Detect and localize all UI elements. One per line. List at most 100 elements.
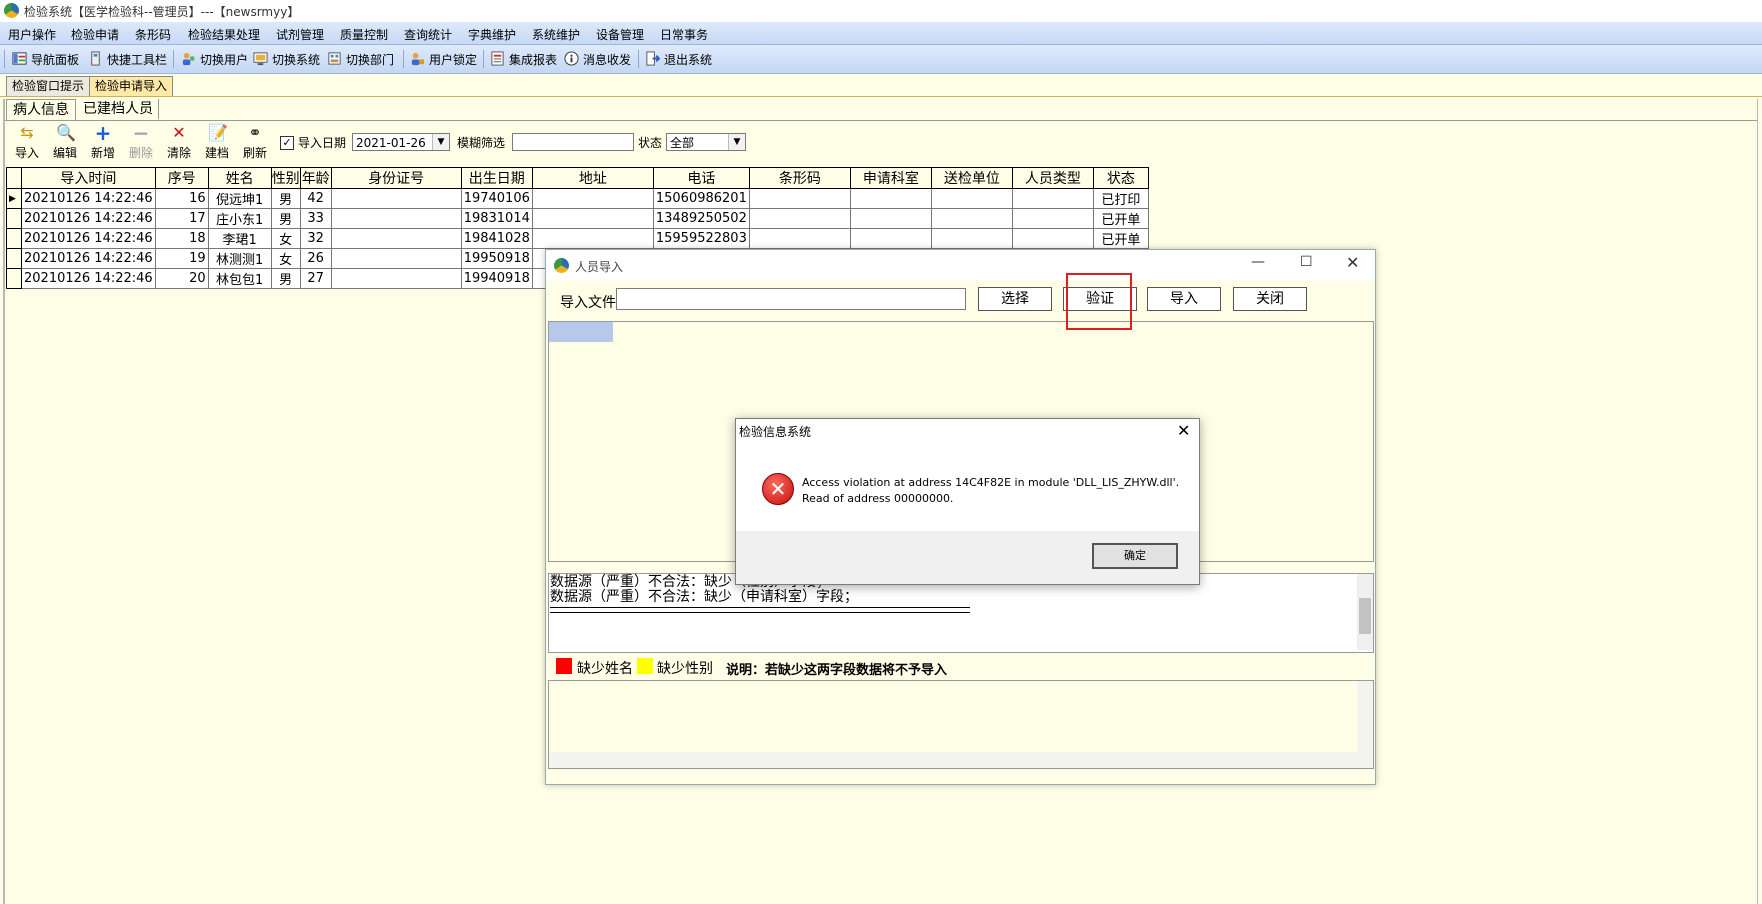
col-id-number[interactable]: 身份证号 (330, 167, 462, 189)
cell-import-time: 20210126 14:22:46 (21, 268, 156, 289)
missing-gender-swatch (637, 658, 653, 674)
cell-status: 已打印 (1092, 188, 1149, 209)
table-header: 导入时间 序号 姓名 性别 年龄 身份证号 出生日期 地址 电话 条形码 申请科… (6, 167, 1149, 189)
chevron-down-icon: ▼ (728, 134, 745, 150)
window-tabs: 检验窗口提示 检验申请导入 (0, 76, 1762, 97)
toolbar-separator (483, 50, 484, 68)
user-lock-button[interactable]: 用户锁定 (410, 51, 477, 67)
window-title: 检验系统【医学检验科--管理员】---【newsrmyy】 (24, 5, 300, 19)
message-title-bar: 检验信息系统 ✕ (736, 419, 1199, 441)
menu-daily[interactable]: 日常事务 (660, 26, 708, 43)
quick-toolbar-button[interactable]: 快捷工具栏 (88, 51, 167, 67)
menu-system[interactable]: 系统维护 (532, 26, 580, 43)
import-button[interactable]: 导入 (1147, 287, 1221, 311)
menu-lab-request[interactable]: 检验申请 (71, 26, 119, 43)
close-icon[interactable]: ✕ (1346, 253, 1359, 272)
validation-log[interactable]: 数据源（严重）不合法：缺少（性别）字段； 数据源（严重）不合法：缺少（申请科室）… (548, 573, 1374, 653)
close-button[interactable]: 关闭 (1233, 287, 1307, 311)
error-icon: ✕ (762, 473, 794, 505)
col-phone[interactable]: 电话 (652, 167, 750, 189)
edit-label: 编辑 (52, 146, 77, 160)
info-icon (564, 51, 579, 66)
menu-result-processing[interactable]: 检验结果处理 (188, 26, 260, 43)
cell-barcode (748, 228, 851, 249)
horizontal-scrollbar[interactable] (549, 752, 1357, 768)
delete-button[interactable]: − 删除 (124, 123, 158, 161)
maximize-icon[interactable]: ☐ (1300, 254, 1313, 270)
menu-barcode[interactable]: 条形码 (135, 26, 171, 43)
col-request-dept[interactable]: 申请科室 (849, 167, 932, 189)
vertical-scrollbar[interactable] (1357, 681, 1373, 768)
table-row[interactable]: ▶ 20210126 14:22:46 16 倪远坤1 男 42 1974010… (6, 188, 1149, 209)
col-status[interactable]: 状态 (1092, 167, 1149, 189)
nav-panel-button[interactable]: 导航面板 (12, 51, 79, 67)
add-label: 新增 (90, 146, 115, 160)
col-import-time[interactable]: 导入时间 (21, 167, 156, 189)
exit-system-button[interactable]: 退出系统 (645, 51, 712, 67)
import-button[interactable]: ⇆ 导入 (10, 124, 44, 161)
ok-button[interactable]: 确定 (1092, 543, 1178, 569)
refresh-button[interactable]: ⚭ 刷新 (238, 124, 272, 161)
cell-name: 李珺1 (207, 228, 272, 249)
menu-dictionary[interactable]: 字典维护 (468, 26, 516, 43)
col-person-type[interactable]: 人员类型 (1011, 167, 1094, 189)
archive-button[interactable]: 📝 建档 (200, 124, 234, 161)
log-separator (550, 607, 970, 613)
col-seq[interactable]: 序号 (154, 167, 209, 189)
cell-id-number (330, 188, 462, 209)
col-address[interactable]: 地址 (531, 167, 654, 189)
table-row[interactable]: 20210126 14:22:46 17 庄小东1 男 33 19831014 … (6, 208, 1149, 229)
tab-lab-window-tips[interactable]: 检验窗口提示 (6, 76, 90, 96)
tab-patient-info[interactable]: 病人信息 (6, 99, 76, 120)
menu-query[interactable]: 查询统计 (404, 26, 452, 43)
message-title: 检验信息系统 (739, 425, 812, 439)
log-scrollbar[interactable] (1357, 574, 1373, 650)
add-button[interactable]: + 新增 (86, 123, 120, 161)
tab-lab-request-import[interactable]: 检验申请导入 (89, 76, 173, 96)
fuzzy-filter-input[interactable] (512, 133, 634, 151)
messages-button[interactable]: 消息收发 (564, 51, 631, 67)
integrated-report-button[interactable]: 集成报表 (490, 51, 557, 67)
col-barcode[interactable]: 条形码 (748, 167, 851, 189)
minimize-icon[interactable]: — (1251, 254, 1265, 270)
cell-birth-date: 19831014 (460, 208, 533, 229)
col-send-unit[interactable]: 送检单位 (930, 167, 1013, 189)
switch-user-button[interactable]: 切换用户 (181, 51, 248, 67)
clear-button[interactable]: ✕ 清除 (162, 124, 196, 161)
cell-birth-date: 19950918 (460, 248, 533, 269)
import-date-checkbox[interactable]: ✓ (280, 136, 294, 150)
scrollbar-thumb[interactable] (1359, 598, 1371, 634)
cell-gender: 男 (270, 188, 301, 209)
import-date-picker[interactable]: 2021-01-26 ▼ (352, 133, 450, 151)
switch-user-label: 切换用户 (200, 53, 249, 67)
cell-barcode (748, 208, 851, 229)
message-body: ✕ Access violation at address 14C4F82E i… (736, 441, 1199, 531)
edit-button[interactable]: 🔍 编辑 (48, 124, 82, 161)
table-row[interactable]: 20210126 14:22:46 18 李珺1 女 32 19841028 1… (6, 228, 1149, 249)
switch-dept-label: 切换部门 (346, 53, 395, 67)
col-gender[interactable]: 性别 (270, 167, 301, 189)
error-detail-grid[interactable] (548, 680, 1374, 769)
cell-address (531, 188, 654, 209)
col-birth-date[interactable]: 出生日期 (460, 167, 533, 189)
menu-quality[interactable]: 质量控制 (340, 26, 388, 43)
menu-reagent[interactable]: 试剂管理 (276, 26, 324, 43)
exit-system-label: 退出系统 (664, 53, 713, 67)
close-icon[interactable]: ✕ (1177, 421, 1190, 440)
cell-send-unit (930, 188, 1013, 209)
tab-archived-persons[interactable]: 已建档人员 (78, 99, 159, 119)
import-file-input[interactable] (616, 288, 966, 310)
missing-gender-label: 缺少性别 (657, 661, 713, 677)
col-age[interactable]: 年龄 (299, 167, 332, 189)
col-name[interactable]: 姓名 (207, 167, 272, 189)
refresh-label: 刷新 (242, 146, 267, 160)
switch-dept-button[interactable]: 切换部门 (327, 51, 394, 67)
menu-bar: 用户操作 检验申请 条形码 检验结果处理 试剂管理 质量控制 查询统计 字典维护… (0, 22, 1762, 45)
menu-user-ops[interactable]: 用户操作 (8, 26, 56, 43)
menu-device[interactable]: 设备管理 (596, 26, 644, 43)
switch-system-button[interactable]: 切换系统 (253, 51, 320, 67)
status-select[interactable]: 全部 ▼ (666, 133, 746, 151)
cell-status: 已开单 (1092, 208, 1149, 229)
cell-id-number (330, 268, 462, 289)
select-file-button[interactable]: 选择 (978, 287, 1052, 311)
